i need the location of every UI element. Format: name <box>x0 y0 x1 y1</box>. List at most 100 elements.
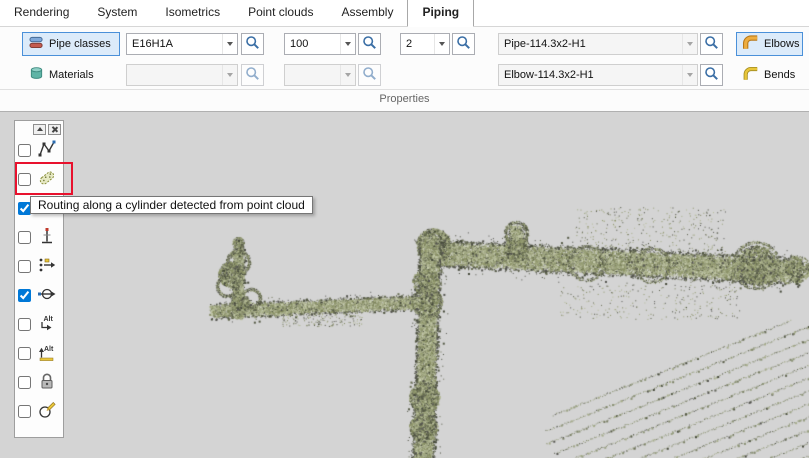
material-combo-1[interactable] <box>126 64 238 86</box>
tab-rendering[interactable]: Rendering <box>0 0 83 26</box>
route-cylinder-from-pointcloud-icon <box>37 168 57 191</box>
point-cloud-canvas[interactable] <box>0 112 809 458</box>
toolbar-checkbox-10[interactable] <box>18 405 31 418</box>
ribbon-properties-group: Pipe classes E16H1A 100 2 Pipe-114.3x2-H… <box>0 27 809 112</box>
toolbar-checkbox-9[interactable] <box>18 376 31 389</box>
magnifier-icon <box>245 35 260 53</box>
tab-point-clouds[interactable]: Point clouds <box>234 0 327 26</box>
route-cylinder-from-pointcloud-button[interactable] <box>34 167 60 193</box>
points-to-arrow-icon <box>37 255 57 278</box>
elbows-label: Elbows <box>764 38 799 50</box>
bends-label: Bends <box>764 69 795 81</box>
collapse-icon <box>37 127 43 131</box>
diameter-value: 100 <box>285 38 340 50</box>
close-toolbar-button[interactable] <box>48 124 61 135</box>
tab-assembly[interactable]: Assembly <box>327 0 407 26</box>
toolbar-checkbox-2[interactable] <box>18 173 31 186</box>
magnifier-icon <box>362 66 377 84</box>
material-search-button-1[interactable] <box>241 64 264 86</box>
viewport: Alt Alt Routing along a cylinder detected… <box>0 112 809 458</box>
application-window: Rendering System Isometrics Point clouds… <box>0 0 809 458</box>
vertical-support-icon <box>37 226 57 249</box>
lock-icon <box>37 371 57 394</box>
toolbar-checkbox-8[interactable] <box>18 347 31 360</box>
tooltip: Routing along a cylinder detected from p… <box>30 196 313 214</box>
pipe-class-value: E16H1A <box>127 38 222 50</box>
vertical-support-button[interactable] <box>34 225 60 251</box>
elbow-component-combo[interactable]: Elbow-114.3x2-H1 <box>498 64 698 86</box>
chevron-down-icon <box>222 65 237 85</box>
elbow-component-value: Elbow-114.3x2-H1 <box>499 69 682 81</box>
toolbar-checkbox-7[interactable] <box>18 318 31 331</box>
toolbar-row-5 <box>15 252 63 281</box>
toolbar-row-6 <box>15 281 63 310</box>
magnifier-icon <box>362 35 377 53</box>
toolbar-row-2 <box>15 165 63 194</box>
material-combo-2[interactable] <box>284 64 356 86</box>
route-polyline-icon <box>37 139 57 162</box>
tab-system[interactable]: System <box>83 0 151 26</box>
route-polyline-button[interactable] <box>34 138 60 164</box>
chevron-down-icon[interactable] <box>340 34 355 54</box>
alt-up-button[interactable]: Alt <box>34 341 60 367</box>
pipe-component-search-button[interactable] <box>700 33 723 55</box>
materials-icon <box>29 66 44 84</box>
alt-down-button[interactable]: Alt <box>34 312 60 338</box>
toolbar-checkbox-6[interactable] <box>18 289 31 302</box>
alt-down-icon: Alt <box>37 313 57 336</box>
pipe-classes-icon <box>29 35 44 53</box>
diameter-combo[interactable]: 100 <box>284 33 356 55</box>
toolbar-row-7: Alt <box>15 310 63 339</box>
arrow-through-ring-icon <box>37 284 57 307</box>
svg-text:Alt: Alt <box>44 316 54 323</box>
index-search-button[interactable] <box>452 33 475 55</box>
bends-button[interactable]: Bends <box>736 63 803 87</box>
elbow-icon <box>743 35 759 53</box>
edit-circle-icon <box>37 400 57 423</box>
index-value: 2 <box>401 38 434 50</box>
pipe-component-value: Pipe-114.3x2-H1 <box>499 38 682 50</box>
collapse-toolbar-button[interactable] <box>33 124 46 135</box>
svg-text:Alt: Alt <box>44 346 54 353</box>
tab-piping[interactable]: Piping <box>407 0 474 27</box>
edit-circle-button[interactable] <box>34 399 60 425</box>
points-to-arrow-button[interactable] <box>34 254 60 280</box>
materials-label: Materials <box>49 69 94 81</box>
toolbar-row-4 <box>15 223 63 252</box>
toolbar-row-1 <box>15 136 63 165</box>
toolbar-checkbox-1[interactable] <box>18 144 31 157</box>
pipe-classes-button[interactable]: Pipe classes <box>22 32 120 56</box>
elbows-button[interactable]: Elbows <box>736 32 803 56</box>
index-combo[interactable]: 2 <box>400 33 450 55</box>
chevron-down-icon[interactable] <box>222 34 237 54</box>
chevron-down-icon[interactable] <box>682 34 697 54</box>
toolbar-row-9 <box>15 368 63 397</box>
alt-up-icon: Alt <box>37 342 57 365</box>
ribbon-group-caption: Properties <box>0 89 809 111</box>
toolbar-row-8: Alt <box>15 339 63 368</box>
pipe-classes-label: Pipe classes <box>49 38 111 50</box>
pipe-component-combo[interactable]: Pipe-114.3x2-H1 <box>498 33 698 55</box>
chevron-down-icon <box>340 65 355 85</box>
ribbon-tab-bar: Rendering System Isometrics Point clouds… <box>0 0 809 27</box>
lock-button[interactable] <box>34 370 60 396</box>
toolbar-checkbox-5[interactable] <box>18 260 31 273</box>
routing-toolbar: Alt Alt <box>14 120 64 438</box>
magnifier-icon <box>456 35 471 53</box>
tab-isometrics[interactable]: Isometrics <box>151 0 234 26</box>
elbow-component-search-button[interactable] <box>700 64 723 86</box>
toolbar-rows: Alt Alt <box>15 136 63 426</box>
pipe-class-combo[interactable]: E16H1A <box>126 33 238 55</box>
chevron-down-icon[interactable] <box>682 65 697 85</box>
pipe-class-search-button[interactable] <box>241 33 264 55</box>
close-icon <box>51 126 58 133</box>
materials-button[interactable]: Materials <box>22 63 120 87</box>
diameter-search-button[interactable] <box>358 33 381 55</box>
chevron-down-icon[interactable] <box>434 34 449 54</box>
material-search-button-2[interactable] <box>358 64 381 86</box>
magnifier-icon <box>245 66 260 84</box>
magnifier-icon <box>704 66 719 84</box>
toolbar-checkbox-4[interactable] <box>18 231 31 244</box>
arrow-through-ring-button[interactable] <box>34 283 60 309</box>
bend-icon <box>743 66 759 84</box>
